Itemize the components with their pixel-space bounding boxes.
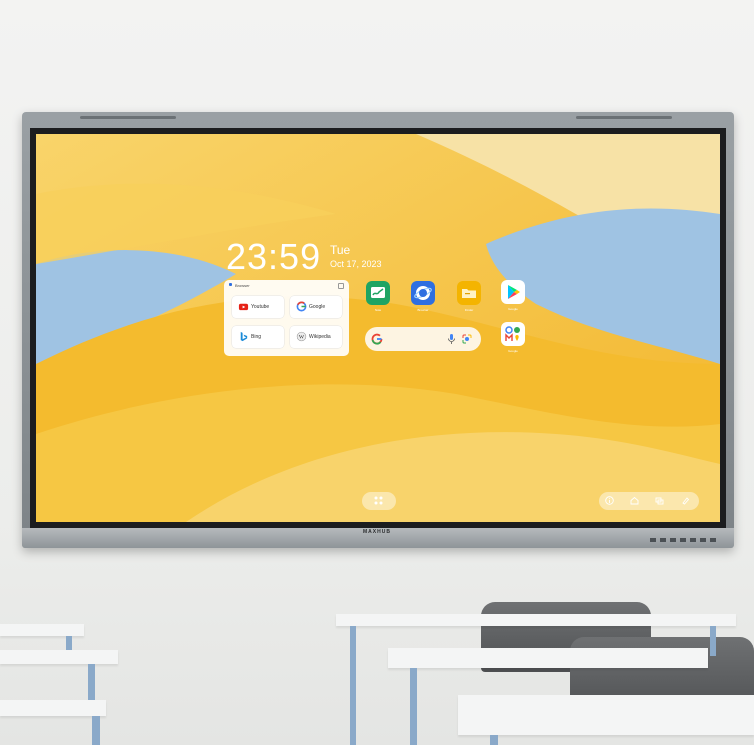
wikipedia-icon: W (296, 331, 307, 342)
desk (0, 700, 106, 716)
google-icon (296, 301, 307, 312)
mic-icon[interactable] (447, 333, 456, 345)
all-apps-button[interactable] (362, 492, 396, 510)
play-store-icon[interactable] (501, 280, 525, 304)
desk (336, 614, 736, 626)
home-icon[interactable] (630, 496, 639, 505)
clock-day: Tue (330, 243, 351, 257)
system-dock (599, 492, 699, 510)
desk (0, 624, 84, 636)
browser-widget-icon (229, 283, 232, 286)
shortcut-label: Wikipedia (309, 334, 331, 340)
google-g-icon (371, 333, 383, 345)
desk-leg (490, 735, 498, 745)
desk-leg (88, 664, 95, 704)
desk (458, 695, 754, 735)
lens-icon[interactable] (461, 333, 473, 345)
desk (388, 648, 708, 668)
browser-app-icon[interactable] (411, 281, 435, 305)
files-app-icon[interactable] (457, 281, 481, 305)
desk-leg (92, 716, 100, 745)
widget-menu-icon (338, 283, 344, 289)
svg-text:W: W (299, 335, 305, 341)
desk-leg (350, 626, 356, 745)
info-icon[interactable] (605, 496, 614, 505)
front-ports (650, 538, 720, 542)
shortcut-google[interactable]: Google (290, 296, 342, 318)
google-apps-folder-icon[interactable] (501, 322, 525, 346)
clock-date: Oct 17, 2023 (330, 259, 382, 269)
note-app-icon[interactable] (366, 281, 390, 305)
shortcut-youtube[interactable]: Youtube (232, 296, 284, 318)
youtube-icon (238, 303, 249, 311)
desk-leg (710, 626, 716, 656)
app-label: Google (508, 307, 518, 311)
shortcut-label: Bing (251, 334, 262, 340)
apps-grid-icon (374, 496, 383, 505)
top-sensor-strip-right (576, 116, 672, 119)
browser-widget-title: Browser (235, 283, 250, 288)
shortcut-bing[interactable]: Bing (232, 326, 284, 348)
windows-icon[interactable] (655, 496, 664, 505)
app-label: Google (508, 349, 518, 353)
app-label: Note (374, 308, 382, 312)
bing-icon (240, 331, 248, 342)
annotate-icon[interactable] (681, 496, 690, 505)
shortcut-label: Youtube (251, 304, 270, 310)
app-label: Finder (464, 308, 474, 312)
desk (0, 650, 118, 664)
brand-logo: MAXHUB (363, 529, 391, 535)
top-sensor-strip (80, 116, 176, 119)
app-label: Browser (417, 308, 429, 312)
shortcut-label: Google (309, 304, 326, 310)
desk-leg (410, 668, 417, 745)
shortcut-wikipedia[interactable]: W Wikipedia (290, 326, 342, 348)
clock-time: 23:59 (226, 236, 322, 277)
